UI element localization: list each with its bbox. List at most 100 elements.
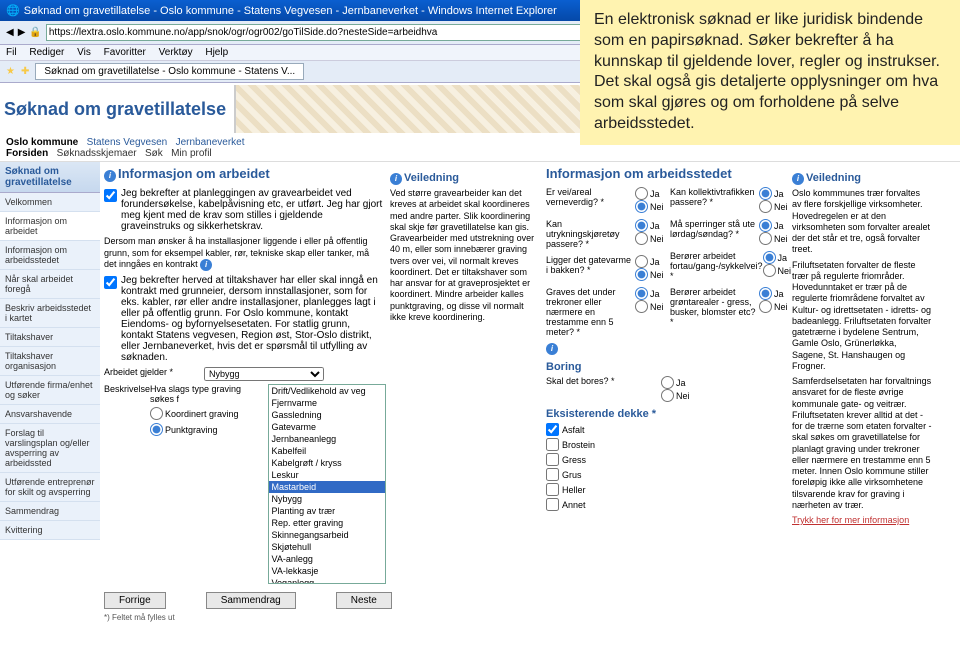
nav-sok[interactable]: Søk (145, 148, 163, 159)
listbox-option[interactable]: Drift/Vedlikehold av veg (269, 385, 385, 397)
sidebar-step-7[interactable]: Utførende firma/enhet og søker (0, 376, 100, 405)
dekke-checkbox[interactable] (546, 468, 559, 481)
favorites-icon[interactable]: ★ (6, 66, 15, 77)
nav-oslo[interactable]: Oslo kommune (6, 137, 78, 148)
listbox-option[interactable]: Skinnegangsarbeid (269, 529, 385, 541)
tab-label: Søknad om gravetillatelse - Oslo kommune… (44, 66, 295, 77)
main-area: Søknad om gravetillatelse VelkommenInfor… (0, 162, 960, 626)
nei-radio[interactable] (635, 268, 648, 281)
sidebar-step-9[interactable]: Forslag til varslingsplan og/eller avspe… (0, 424, 100, 473)
listbox-option[interactable]: Gassledning (269, 409, 385, 421)
sidebar-step-4[interactable]: Beskriv arbeidsstedet i kartet (0, 299, 100, 328)
listbox-option[interactable]: Kabelfeil (269, 445, 385, 457)
dekke-checkbox[interactable] (546, 498, 559, 511)
boring-nei-radio[interactable] (661, 389, 674, 402)
nei-radio[interactable] (635, 232, 648, 245)
work-type-listbox[interactable]: Drift/Vedlikehold av vegFjernvarmeGassle… (268, 384, 386, 584)
confirm-planning-checkbox[interactable] (104, 189, 117, 202)
menu-fil[interactable]: Fil (6, 47, 17, 58)
nei-radio[interactable] (759, 300, 772, 313)
sidebar-step-12[interactable]: Kvittering (0, 521, 100, 540)
ja-radio[interactable] (635, 287, 648, 300)
listbox-option[interactable]: Mastarbeid (269, 481, 385, 493)
nei-radio[interactable] (635, 200, 648, 213)
info-icon[interactable]: i (200, 259, 212, 271)
previous-button[interactable]: Forrige (104, 592, 166, 609)
listbox-option[interactable]: Jernbaneanlegg (269, 433, 385, 445)
question-label: Berører arbeidet fortau/gang-/sykkelvei?… (670, 251, 763, 281)
menu-hjelp[interactable]: Hjelp (205, 47, 228, 58)
listbox-option[interactable]: Planting av trær (269, 505, 385, 517)
nav-skjemaer[interactable]: Søknadsskjemaer (57, 148, 137, 159)
ja-radio[interactable] (635, 219, 648, 232)
nei-radio[interactable] (759, 232, 772, 245)
listbox-option[interactable]: Skjøtehull (269, 541, 385, 553)
dekke-checkbox[interactable] (546, 453, 559, 466)
guidance-text-2c: Samferdselsetaten har forvaltnings ansva… (792, 376, 932, 511)
listbox-option[interactable]: Veganlegg (269, 577, 385, 584)
dekke-checkbox[interactable] (546, 483, 559, 496)
boring-heading: Boring (546, 361, 786, 373)
menu-favoritter[interactable]: Favoritter (104, 47, 146, 58)
info-icon[interactable]: i (546, 343, 558, 355)
menu-vis[interactable]: Vis (77, 47, 91, 58)
sidebar-step-1[interactable]: Informasjon om arbeidet (0, 212, 100, 241)
window-title: Søknad om gravetillatelse - Oslo kommune… (24, 5, 557, 17)
nav-jernbane[interactable]: Jernbaneverket (176, 137, 245, 148)
sidebar-step-10[interactable]: Utførende entreprenør for skilt og avspe… (0, 473, 100, 502)
nav-forsiden[interactable]: Forsiden (6, 148, 48, 159)
nei-radio[interactable] (759, 200, 772, 213)
ja-radio[interactable] (759, 219, 772, 232)
sidebar-step-6[interactable]: Tiltakshaver organisasjon (0, 347, 100, 376)
nav-vegvesen[interactable]: Statens Vegvesen (87, 137, 168, 148)
confirm-planning-label: Jeg bekrefter at planleggingen av gravea… (121, 188, 384, 232)
listbox-option[interactable]: VA-lekkasje (269, 565, 385, 577)
ja-radio[interactable] (635, 187, 648, 200)
ja-radio[interactable] (759, 287, 772, 300)
form-column: i Informasjon om arbeidet Jeg bekrefter a… (104, 166, 384, 622)
next-button[interactable]: Neste (336, 592, 392, 609)
dekke-checkbox[interactable] (546, 423, 559, 436)
required-note: *) Feltet må fylles ut (104, 613, 384, 622)
worksite-column: Informasjon om arbeidsstedet Er vei/area… (546, 166, 786, 622)
nav-fwd-icon[interactable]: ▶ (18, 27, 26, 38)
point-radio[interactable] (150, 423, 163, 436)
ja-radio[interactable] (635, 255, 648, 268)
listbox-option[interactable]: Gatevarme (269, 421, 385, 433)
listbox-option[interactable]: Fjernvarme (269, 397, 385, 409)
menu-rediger[interactable]: Rediger (29, 47, 64, 58)
listbox-option[interactable]: Rep. etter graving (269, 517, 385, 529)
work-applies-label: Arbeidet gjelder * (104, 367, 204, 381)
nav-profil[interactable]: Min profil (171, 148, 212, 159)
sidebar-step-5[interactable]: Tiltakshaver (0, 328, 100, 347)
sidebar-step-8[interactable]: Ansvarshavende (0, 405, 100, 424)
menu-verktoy[interactable]: Verktøy (159, 47, 193, 58)
work-applies-select[interactable]: Nybygg (204, 367, 324, 381)
browser-tab[interactable]: Søknad om gravetillatelse - Oslo kommune… (35, 63, 304, 80)
guidance-text-2a: Oslo kommmunes trær forvaltes av flere f… (792, 188, 932, 256)
sidebar-step-2[interactable]: Informasjon om arbeidsstedet (0, 241, 100, 270)
nei-radio[interactable] (763, 264, 776, 277)
ja-radio[interactable] (759, 187, 772, 200)
boring-ja-radio[interactable] (661, 376, 674, 389)
sidebar-step-11[interactable]: Sammendrag (0, 502, 100, 521)
dekke-checkbox[interactable] (546, 438, 559, 451)
sidebar-step-0[interactable]: Velkommen (0, 193, 100, 212)
nav-back-icon[interactable]: ◀ (6, 27, 14, 38)
add-favorites-icon[interactable]: ✚ (21, 66, 29, 77)
lock-icon: 🔒 (29, 27, 41, 38)
confirm-contract-checkbox[interactable] (104, 276, 117, 289)
question-label: Må sperringer stå ute lørdag/søndag? * (670, 219, 759, 239)
guidance-column-1: iVeiledning Ved større gravearbeider kan… (390, 166, 540, 622)
sidebar-step-3[interactable]: Når skal arbeidet foregå (0, 270, 100, 299)
listbox-option[interactable]: Kabelgrøft / kryss (269, 457, 385, 469)
form-heading: Informasjon om arbeidet (118, 166, 270, 181)
ja-radio[interactable] (763, 251, 776, 264)
listbox-option[interactable]: VA-anlegg (269, 553, 385, 565)
coordinated-radio[interactable] (150, 407, 163, 420)
listbox-option[interactable]: Nybygg (269, 493, 385, 505)
nei-radio[interactable] (635, 300, 648, 313)
summary-button[interactable]: Sammendrag (206, 592, 296, 609)
more-info-link[interactable]: Trykk her for mer informasjon (792, 515, 932, 525)
listbox-option[interactable]: Leskur (269, 469, 385, 481)
